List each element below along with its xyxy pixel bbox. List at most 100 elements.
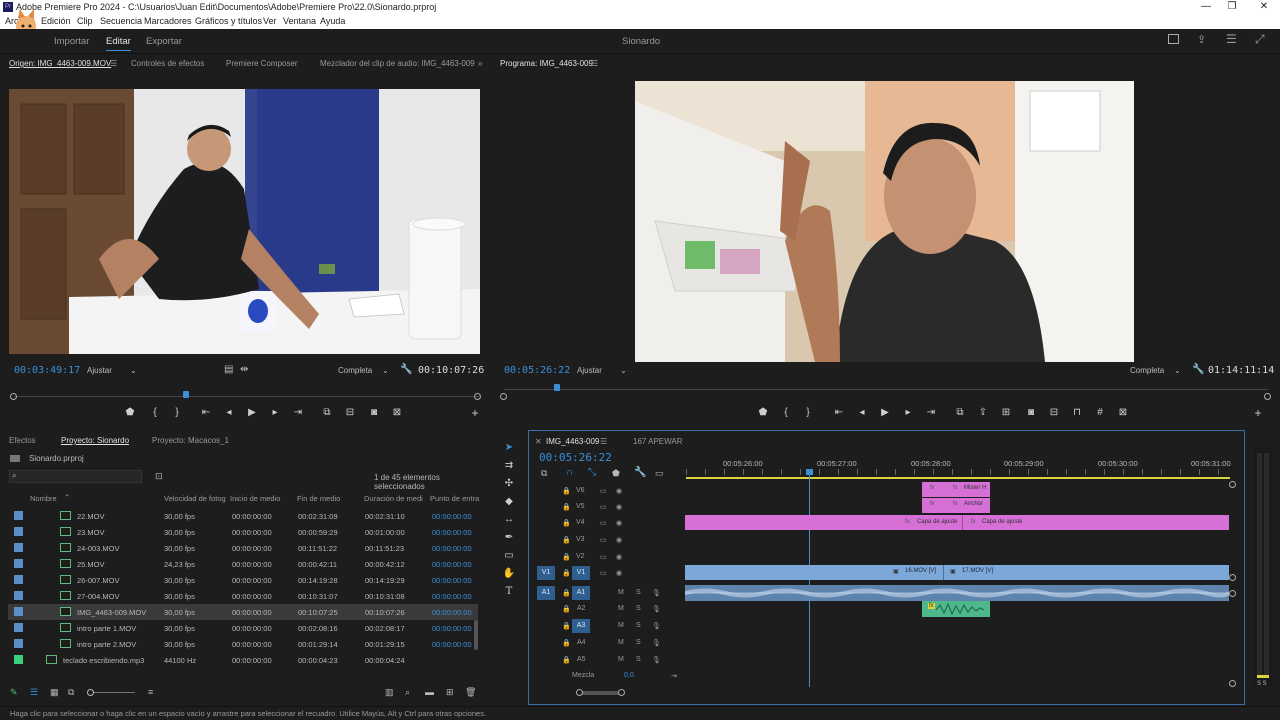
track-select-tool-icon[interactable]: ⇉ xyxy=(502,460,516,474)
menu-clip[interactable]: Clip xyxy=(77,16,93,26)
nest-icon[interactable]: ⧉ xyxy=(541,468,547,479)
new-folder-icon[interactable]: ▬ xyxy=(425,687,434,697)
program-menu-icon[interactable]: ☰ xyxy=(591,59,598,68)
col-end[interactable]: Fin de medio xyxy=(297,494,340,503)
source-mark-in-icon[interactable]: { xyxy=(148,407,162,418)
tab-exportar[interactable]: Exportar xyxy=(146,36,182,47)
ripple-edit-tool-icon[interactable]: ✣ xyxy=(502,478,516,492)
razor-tool-icon[interactable]: ◆ xyxy=(502,496,516,510)
track-v1-target[interactable]: V1 xyxy=(572,566,590,580)
source-wrench-icon[interactable]: 🔧 xyxy=(400,364,412,375)
sequence-menu-icon[interactable]: ☰ xyxy=(600,437,607,446)
col-name[interactable]: Nombre xyxy=(30,494,57,503)
tab-sequence-apewar[interactable]: 167 APEWAR xyxy=(633,437,683,446)
tab-efectos[interactable]: Efectos xyxy=(9,436,36,445)
tab-effect-controls[interactable]: Controles de efectos xyxy=(131,59,204,68)
source-insert-icon[interactable]: ⇹ xyxy=(240,364,248,375)
timeline-close-icon[interactable]: ✕ xyxy=(535,437,542,446)
program-fit-chevron-icon[interactable]: ⌄ xyxy=(620,366,627,375)
source-fit-select[interactable]: Ajustar xyxy=(87,366,112,375)
tab-premiere-composer[interactable]: Premiere Composer xyxy=(226,59,298,68)
timeline-v-scroll-video[interactable] xyxy=(1229,574,1236,581)
new-item-icon[interactable]: ⊞ xyxy=(446,687,454,698)
program-camera-icon[interactable]: ◙ xyxy=(1024,407,1038,418)
program-mark-in-icon[interactable]: { xyxy=(779,407,793,418)
more-panels-icon[interactable]: » xyxy=(478,59,482,68)
track-a3-target[interactable]: A3 xyxy=(572,619,590,633)
program-step-back-icon[interactable]: ◂ xyxy=(855,407,869,418)
label-color-swatch[interactable] xyxy=(14,559,23,568)
menu-ventana[interactable]: Ventana xyxy=(283,16,316,26)
program-mark-out-icon[interactable]: } xyxy=(801,407,815,418)
source-add-button-icon[interactable]: + xyxy=(468,406,482,420)
menu-ayuda[interactable]: Ayuda xyxy=(320,16,345,26)
tab-project-macacos[interactable]: Proyecto: Macacos_1 xyxy=(152,436,229,445)
label-color-swatch[interactable] xyxy=(14,591,23,600)
program-add-button-icon[interactable]: + xyxy=(1251,406,1265,420)
delete-icon[interactable]: 🗑 xyxy=(465,687,476,698)
sort-icon[interactable]: ≡ xyxy=(148,687,153,697)
clip-v1-16mov[interactable]: ▣ 16.MOV [V] xyxy=(685,565,944,580)
restore-icon[interactable]: ❐ xyxy=(1216,0,1248,14)
clip-v5-anchor[interactable]: fx fx Anchor xyxy=(922,498,990,513)
panel-layout-icon[interactable] xyxy=(1168,34,1179,44)
source-timecode[interactable]: 00:03:49:17 xyxy=(14,365,80,376)
timeline-v-scroll-audio[interactable] xyxy=(1229,590,1236,597)
project-item-row[interactable]: 23.MOV 30,00 fps 00:00:00:00 00:00:59:29 00:… xyxy=(8,524,478,540)
source-settings-icon[interactable]: ▤ xyxy=(224,364,233,375)
captions-icon[interactable]: ▭ xyxy=(655,468,664,479)
track-a1-source-toggle[interactable]: A1 xyxy=(537,586,555,600)
program-step-fwd-icon[interactable]: ▸ xyxy=(901,407,915,418)
clip-a2-keyboard-sfx[interactable]: fx xyxy=(922,601,990,617)
pen-tool-icon[interactable]: ✒ xyxy=(502,532,516,546)
source-go-out-icon[interactable]: ⇥ xyxy=(291,407,305,418)
source-go-in-icon[interactable]: ⇤ xyxy=(199,407,213,418)
program-resolution-chevron-icon[interactable]: ⌄ xyxy=(1174,366,1181,375)
timeline-settings-icon[interactable]: 🔧 xyxy=(634,467,646,478)
source-fit-chevron-icon[interactable]: ⌄ xyxy=(130,366,137,375)
source-overwrite-icon[interactable]: ⊟ xyxy=(343,407,357,418)
clip-v4-adjustment-b[interactable]: fx Capa de ajuste xyxy=(963,515,1229,530)
project-item-row[interactable]: 22.MOV 30,00 fps 00:00:00:00 00:02:31:09 00:… xyxy=(8,508,478,524)
menu-graficos[interactable]: Gráficos y títulos xyxy=(195,16,262,26)
label-color-swatch[interactable] xyxy=(14,575,23,584)
mix-end-icon[interactable]: ⇥ xyxy=(671,672,677,680)
source-step-back-icon[interactable]: ◂ xyxy=(222,407,236,418)
project-item-row[interactable]: intro parte 1.MOV 30,00 fps 00:00:00:00 00:… xyxy=(8,620,478,636)
time-ruler[interactable]: 00:05:26:00 00:05:27:00 00:05:28:00 00:0… xyxy=(686,457,1231,479)
freeform-view-icon[interactable]: ⧉ xyxy=(68,687,74,698)
share-icon[interactable]: ⇪ xyxy=(1197,33,1206,46)
clip-v1-17mov[interactable]: ▣ 17.MOV [V] xyxy=(944,565,1229,580)
clip-v4-adjustment-a[interactable]: fx Capa de ajuste xyxy=(685,515,963,530)
label-color-swatch[interactable] xyxy=(14,543,23,552)
new-bin-icon[interactable]: ⊡ xyxy=(155,471,163,482)
project-item-row[interactable]: teclado escribiendo.mp3 44100 Hz 00:00:00:… xyxy=(8,652,478,668)
hand-tool-icon[interactable]: ✋ xyxy=(502,568,516,582)
source-insert-clip-icon[interactable]: ⧉ xyxy=(320,407,334,418)
linked-select-icon[interactable]: ⤡ xyxy=(588,467,596,478)
project-item-row[interactable]: intro parte 2.MOV 30,00 fps 00:00:00:00 00:… xyxy=(8,636,478,652)
program-go-in-icon[interactable]: ⇤ xyxy=(832,407,846,418)
source-mark-out-icon[interactable]: } xyxy=(170,407,184,418)
col-fps[interactable]: Velocidad de fotog xyxy=(164,494,226,503)
menu-secuencia[interactable]: Secuencia xyxy=(100,16,142,26)
program-trim-icon[interactable]: ⊓ xyxy=(1070,407,1084,418)
timeline-v-scroll-top[interactable] xyxy=(1229,481,1236,488)
program-marker-icon[interactable]: ⬟ xyxy=(756,407,770,418)
program-compare-icon[interactable]: ⊟ xyxy=(1047,407,1061,418)
rectangle-tool-icon[interactable]: ▭ xyxy=(502,550,516,564)
label-color-swatch[interactable] xyxy=(14,623,23,632)
snap-icon[interactable]: ∩ xyxy=(566,467,573,478)
project-item-row[interactable]: 25.MOV 24,23 fps 00:00:00:00 00:00:42:11 00:… xyxy=(8,556,478,572)
source-marker-icon[interactable]: ⬟ xyxy=(123,407,137,418)
tab-audio-mixer[interactable]: Mezclador del clip de audio: IMG_4463-00… xyxy=(320,59,475,68)
project-item-row[interactable]: IMG_4463-009.MOV 30,00 fps 00:00:00:00 00:1… xyxy=(8,604,478,620)
source-play-icon[interactable]: ▶ xyxy=(245,407,259,418)
icon-view-icon[interactable]: ▦ xyxy=(50,687,59,698)
source-export-frame-icon[interactable]: ⊠ xyxy=(390,407,404,418)
program-lift-icon[interactable]: ⧉ xyxy=(953,407,967,418)
mix-value[interactable]: 0,0 xyxy=(624,672,634,679)
program-playhead[interactable] xyxy=(554,384,561,391)
program-scrub-bar[interactable] xyxy=(504,384,1268,392)
project-item-row[interactable]: 24-003.MOV 30,00 fps 00:00:00:00 00:11:51:2… xyxy=(8,540,478,556)
